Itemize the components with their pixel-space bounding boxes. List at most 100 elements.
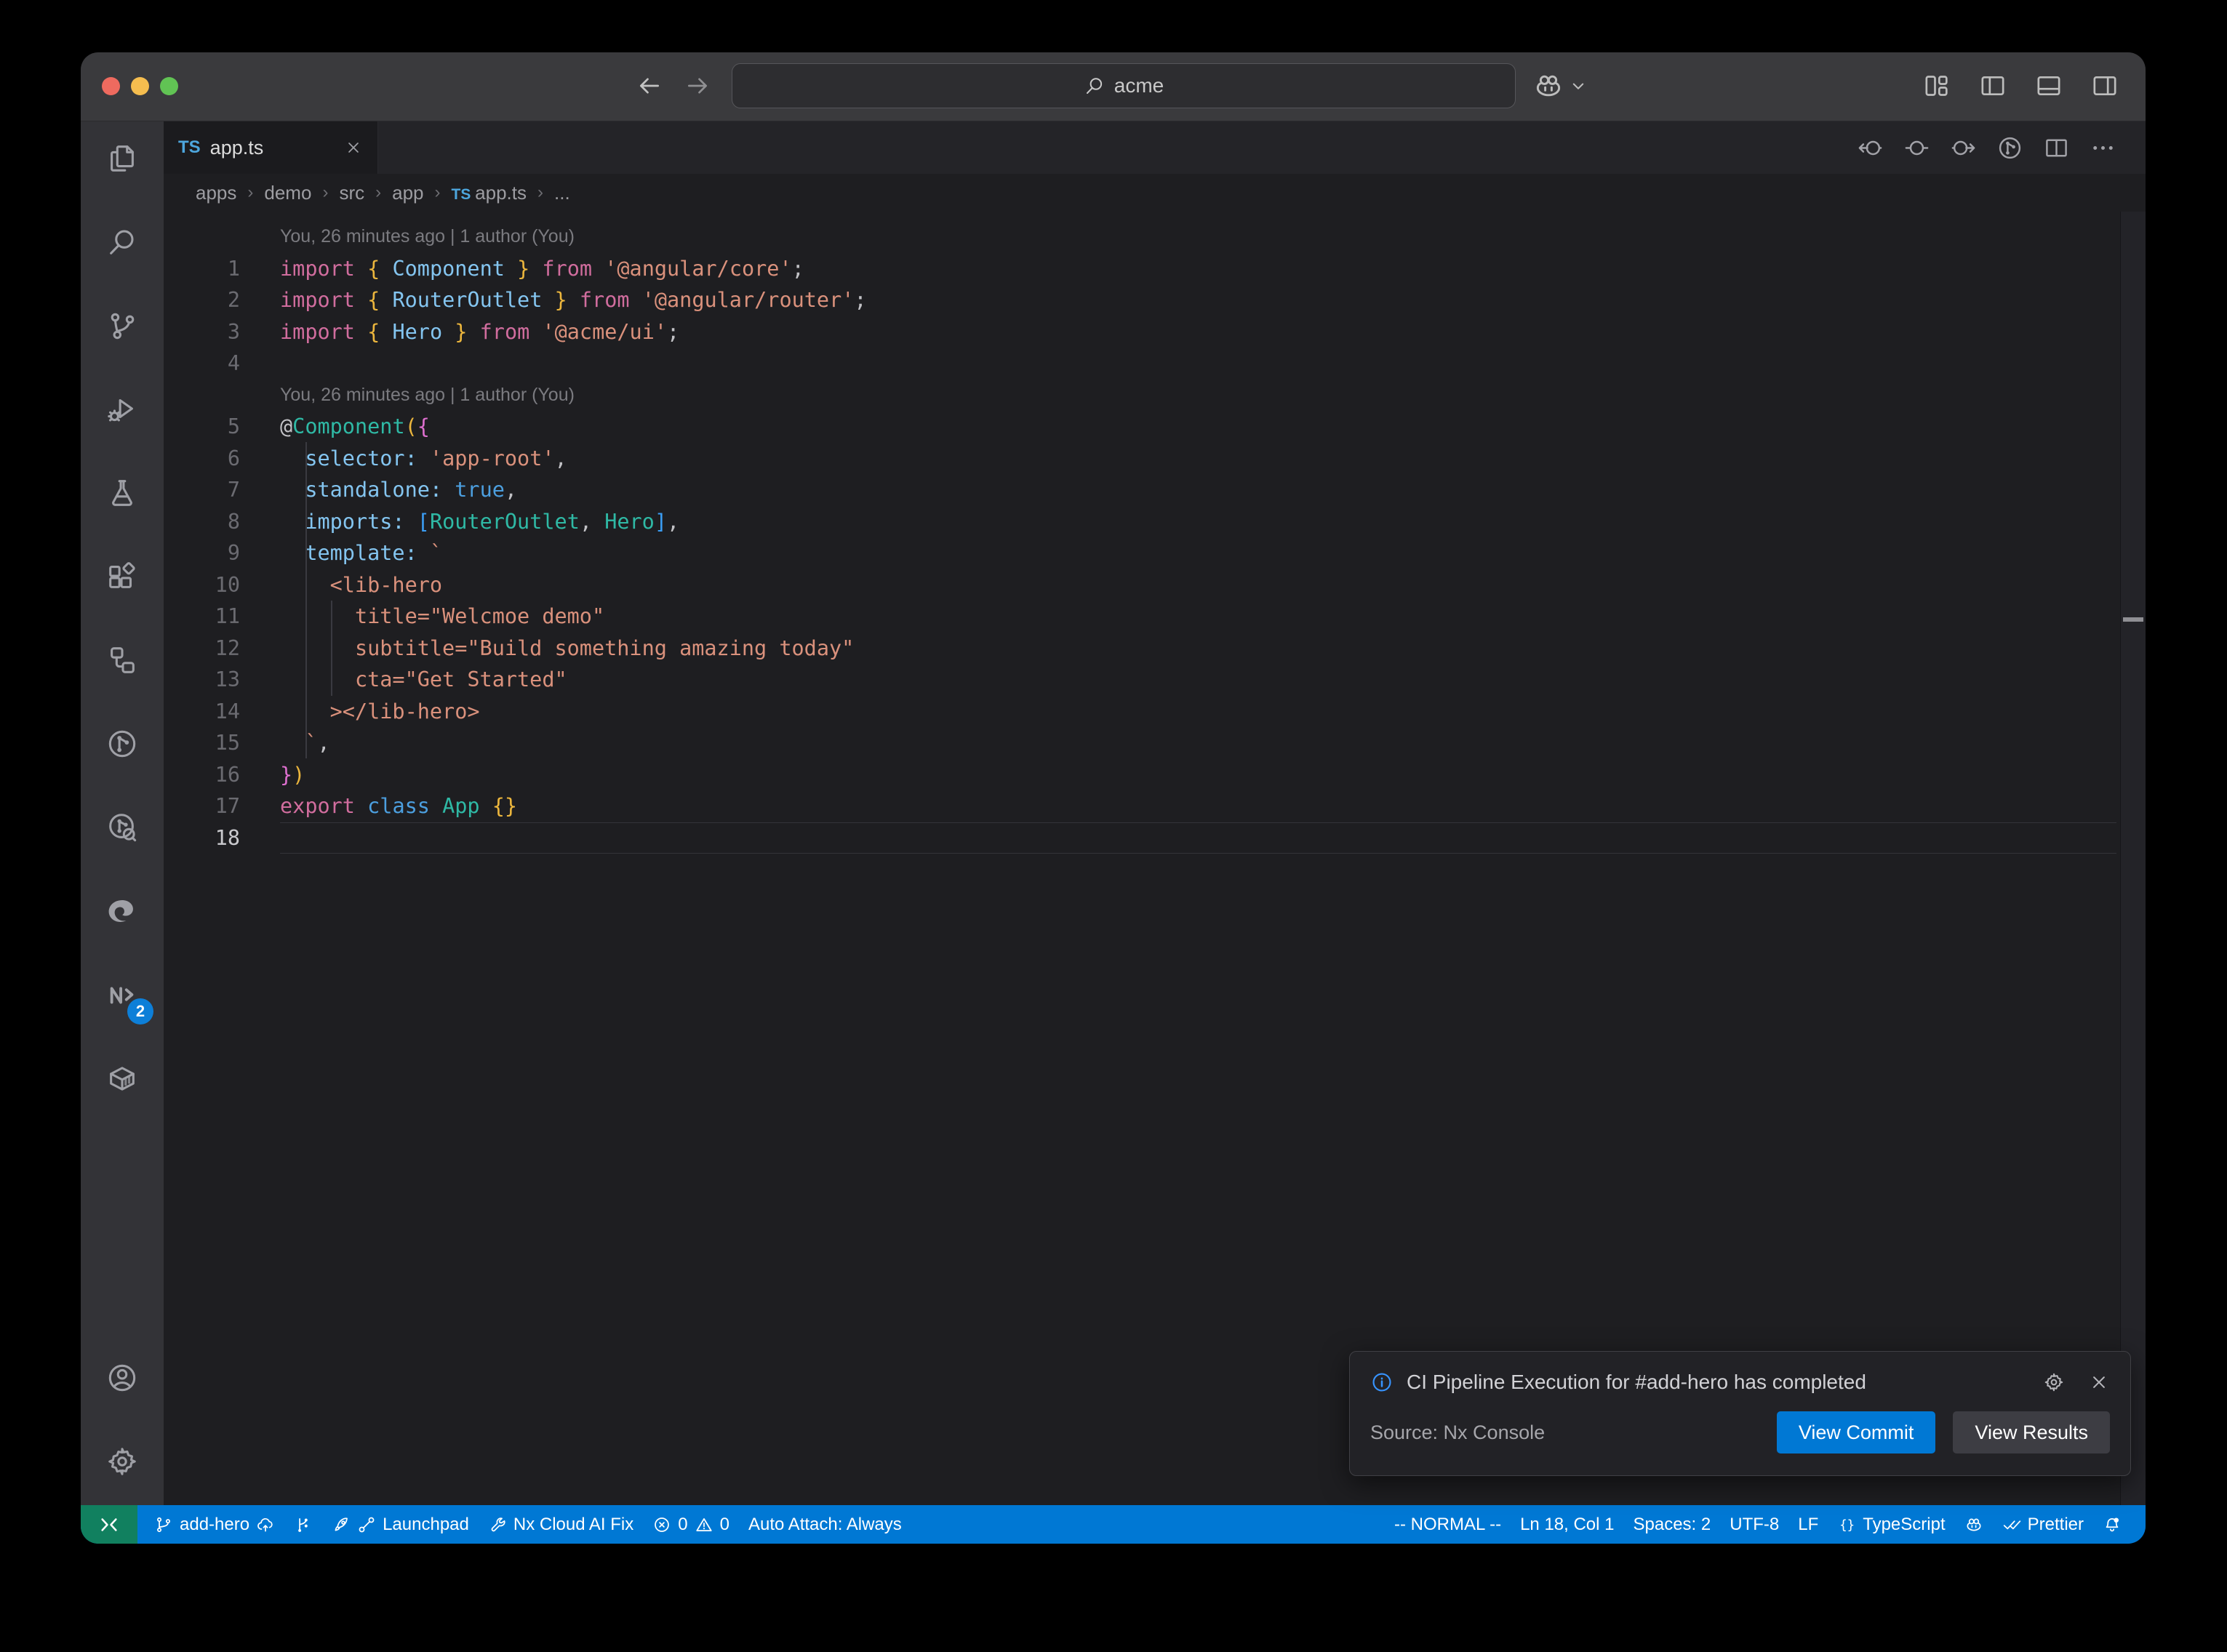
activity-item-hierarchy[interactable] [81,618,164,702]
prev-change-icon[interactable] [1857,135,1884,161]
activity-item-source-control[interactable] [81,284,164,367]
code-line-6[interactable]: 6 selector: 'app-root', [164,443,2146,475]
breadcrumb-item[interactable]: apps [196,182,236,204]
notification-close-icon[interactable] [2088,1371,2110,1393]
info-icon [1370,1371,1394,1394]
copilot-icon [1964,1515,1983,1534]
line-number: 6 [164,446,240,470]
more-actions-icon[interactable] [2090,135,2116,161]
line-number: 1 [164,257,240,281]
status-item-notifications[interactable] [2093,1505,2131,1544]
status-item-problems[interactable]: 00 [643,1505,739,1544]
activity-item-accounts[interactable] [81,1336,164,1419]
overview-ruler-cursor-mark [2123,617,2143,622]
activity-item-containers[interactable] [81,1036,164,1120]
status-item-cursor-position[interactable]: Ln 18, Col 1 [1511,1505,1623,1544]
breadcrumb-item[interactable]: demo [264,182,311,204]
layout-customize-icon[interactable] [1922,71,1951,100]
code-line-16[interactable]: 16}) [164,759,2146,791]
breadcrumb-item[interactable]: src [339,182,364,204]
activity-item-settings[interactable] [81,1419,164,1505]
close-tab-icon[interactable] [344,138,363,157]
view-results-button[interactable]: View Results [1953,1411,2110,1453]
code-line-9[interactable]: 9 template: ` [164,537,2146,569]
indent-guide [331,601,332,696]
line-number: 14 [164,699,240,723]
close-window-button[interactable] [102,77,120,95]
code-line-5[interactable]: 5@Component({ [164,411,2146,443]
status-item-vim-mode[interactable]: -- NORMAL -- [1385,1505,1511,1544]
back-arrow-icon[interactable] [635,71,664,100]
code-line-15[interactable]: 15 `, [164,727,2146,759]
forward-arrow-icon[interactable] [683,71,712,100]
line-number: 8 [164,510,240,534]
view-commit-button[interactable]: View Commit [1777,1411,1936,1453]
status-item-copilot[interactable] [1955,1505,1993,1544]
breadcrumb-item[interactable]: app [392,182,423,204]
minimize-window-button[interactable] [131,77,149,95]
code-line-10[interactable]: 10 <lib-hero [164,569,2146,601]
status-item-indentation[interactable]: Spaces: 2 [1624,1505,1721,1544]
status-item-language-mode[interactable]: {}TypeScript [1828,1505,1954,1544]
status-item-launchpad[interactable]: Launchpad [322,1505,479,1544]
activity-item-edge-tools[interactable] [81,869,164,953]
activity-item-search[interactable] [81,200,164,284]
status-text: 0 [678,1515,687,1535]
code-line-3[interactable]: 3import { Hero } from '@acme/ui'; [164,316,2146,348]
zoom-window-button[interactable] [160,77,178,95]
activity-item-testing[interactable] [81,451,164,534]
activity-item-nx-console[interactable]: 2 [81,953,164,1036]
run-and-debug-icon [105,393,139,426]
code-line-2[interactable]: 2import { RouterOutlet } from '@angular/… [164,284,2146,316]
vscode-window: acme 2 TS app.ts apps›demo›src›app›TS ap… [81,52,2146,1544]
activity-item-explorer[interactable] [81,116,164,200]
status-text: UTF-8 [1730,1515,1779,1535]
overview-ruler[interactable] [2120,212,2146,1505]
activity-item-gitlens[interactable] [81,702,164,785]
activity-item-extensions[interactable] [81,534,164,618]
notification-gear-icon[interactable] [2043,1371,2065,1393]
breadcrumb-separator: › [435,183,441,203]
layout-controls [1922,71,2119,100]
code-editor[interactable]: You, 26 minutes ago | 1 author (You)1imp… [164,212,2146,1505]
status-item-nx-cloud-ai-fix[interactable]: Nx Cloud AI Fix [479,1505,643,1544]
code-line-4[interactable]: 4 [164,348,2146,380]
status-text: 0 [720,1515,729,1535]
layout-panel-icon[interactable] [2034,71,2063,100]
code-line-1[interactable]: 1import { Component } from '@angular/cor… [164,253,2146,285]
copilot-menu[interactable] [1532,70,1589,102]
status-item-git-branch[interactable]: add-hero [145,1505,284,1544]
layout-sidebar-right-icon[interactable] [2090,71,2119,100]
status-item-prettier[interactable]: Prettier [1993,1505,2093,1544]
command-center-search[interactable]: acme [732,63,1516,108]
link-icon [357,1515,376,1534]
split-editor-icon[interactable] [2043,135,2070,161]
status-text: TypeScript [1863,1515,1945,1535]
code-line-12[interactable]: 12 subtitle="Build something amazing tod… [164,633,2146,665]
activity-item-gitlens-inspect[interactable] [81,785,164,869]
code-line-17[interactable]: 17export class App {} [164,790,2146,822]
breadcrumb-item[interactable]: TS app.ts [452,182,527,204]
code-line-7[interactable]: 7 standalone: true, [164,474,2146,506]
code-line-14[interactable]: 14 ></lib-hero> [164,696,2146,728]
code-line-11[interactable]: 11 title="Welcmoe demo" [164,601,2146,633]
layout-sidebar-left-icon[interactable] [1978,71,2007,100]
activity-item-run-and-debug[interactable] [81,367,164,451]
status-item-commit-graph[interactable] [284,1505,322,1544]
tab-app-ts[interactable]: TS app.ts [164,121,378,174]
remote-indicator[interactable] [81,1505,137,1544]
search-icon [105,225,139,259]
code-line-8[interactable]: 8 imports: [RouterOutlet, Hero], [164,506,2146,538]
code-line-13[interactable]: 13 cta="Get Started" [164,664,2146,696]
history-nav [635,71,712,100]
status-item-encoding[interactable]: UTF-8 [1720,1505,1788,1544]
notification-title: CI Pipeline Execution for #add-hero has … [1407,1371,2020,1394]
status-item-auto-attach[interactable]: Auto Attach: Always [739,1505,911,1544]
changes-icon[interactable] [1903,135,1930,161]
status-text: LF [1798,1515,1818,1535]
status-item-eol[interactable]: LF [1788,1505,1828,1544]
gitlens-icon[interactable] [1996,135,2023,161]
next-change-icon[interactable] [1950,135,1977,161]
code-line-18[interactable]: 18 [164,822,2146,854]
breadcrumb-item[interactable]: ... [554,182,570,204]
